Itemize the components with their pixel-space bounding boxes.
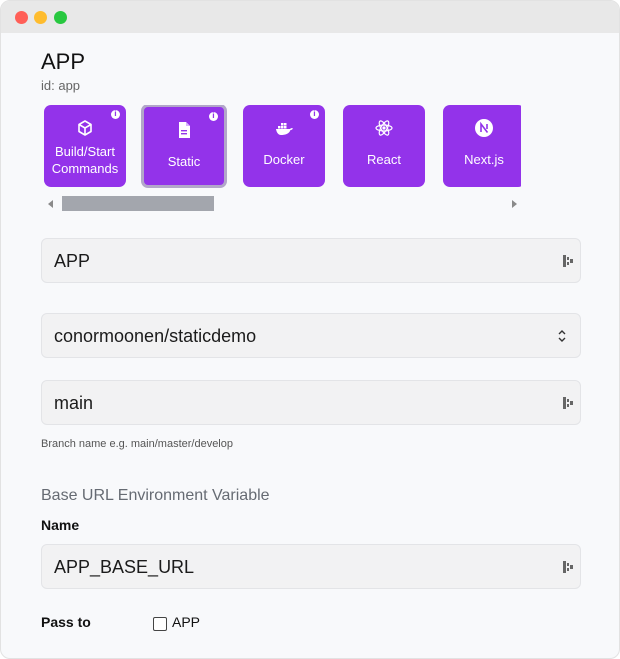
base-url-section-title: Base URL Environment Variable — [41, 487, 270, 504]
app-name-input[interactable]: APP — [41, 238, 581, 283]
branch-value: main — [54, 393, 94, 413]
build-type-label: React — [367, 152, 401, 167]
file-icon — [179, 122, 190, 138]
build-type-label: Docker — [263, 152, 305, 167]
password-manager-icon[interactable] — [562, 396, 574, 410]
build-type-card-nextjs[interactable]: Next.js — [443, 105, 521, 187]
env-name-input[interactable]: APP_BASE_URL — [41, 544, 581, 589]
nextjs-icon — [475, 119, 493, 137]
build-type-selector: i Build/Start Commands i Static i Docker… — [44, 105, 521, 189]
branch-input[interactable]: main — [41, 380, 581, 425]
title-bar — [1, 1, 619, 33]
box-icon — [78, 120, 92, 136]
env-name-value: APP_BASE_URL — [54, 557, 195, 577]
info-icon[interactable]: i — [209, 112, 218, 121]
maximize-window-button[interactable] — [54, 11, 67, 24]
pass-to-app-label[interactable]: APP — [172, 614, 200, 630]
build-type-label: Next.js — [464, 152, 504, 167]
app-title: APP — [41, 49, 86, 74]
react-icon — [375, 120, 393, 136]
app-name-value: APP — [54, 251, 91, 271]
build-type-card-docker[interactable]: i Docker — [243, 105, 325, 187]
repository-value: conormoonen/staticdemo — [54, 326, 257, 346]
scroll-right-arrow-icon[interactable] — [512, 200, 517, 208]
app-id-label: id: app — [41, 78, 81, 93]
app-window: APP id: app i Build/Start Commands i Sta… — [0, 0, 620, 659]
close-window-button[interactable] — [15, 11, 28, 24]
chevron-up-down-icon — [558, 330, 566, 342]
build-type-card-build-start[interactable]: i Build/Start Commands — [44, 105, 126, 187]
env-name-label: Name — [41, 517, 80, 533]
build-type-label: Static — [167, 154, 201, 169]
scroll-thumb[interactable] — [62, 196, 214, 211]
info-icon[interactable]: i — [310, 110, 319, 119]
scroll-left-arrow-icon[interactable] — [48, 200, 53, 208]
horizontal-scrollbar[interactable] — [44, 195, 521, 211]
build-type-card-static[interactable]: i Static — [141, 105, 227, 188]
info-icon[interactable]: i — [111, 110, 120, 119]
minimize-window-button[interactable] — [34, 11, 47, 24]
password-manager-icon[interactable] — [562, 254, 574, 268]
repository-select[interactable]: conormoonen/staticdemo — [41, 313, 581, 358]
pass-to-app-checkbox[interactable] — [153, 617, 167, 631]
pass-to-label: Pass to — [41, 614, 91, 630]
docker-icon — [276, 123, 293, 135]
branch-hint: Branch name e.g. main/master/develop — [41, 438, 233, 450]
build-type-card-react[interactable]: React — [343, 105, 425, 187]
password-manager-icon[interactable] — [562, 560, 574, 574]
build-type-label: Build/Start Commands — [51, 144, 119, 176]
